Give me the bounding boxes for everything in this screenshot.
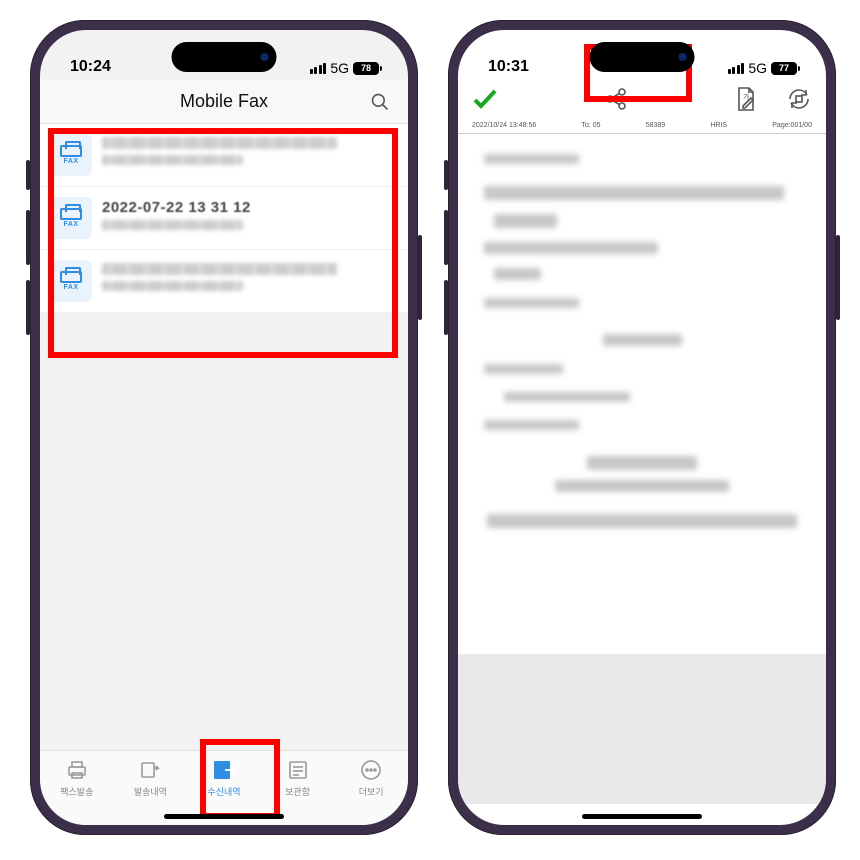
- tab-label: 수신내역: [187, 785, 261, 798]
- docmeta-sys: HRIS: [710, 122, 727, 129]
- signal-icon: [728, 63, 745, 74]
- check-icon: [472, 88, 498, 110]
- docmeta-date: 2022/10/24 13:48:56: [472, 122, 536, 129]
- rotate-icon: [786, 86, 812, 112]
- document-edit-icon: 가: [734, 86, 758, 112]
- tab-label: 발송내역: [114, 785, 188, 798]
- tab-received-history[interactable]: 수신내역: [187, 757, 261, 798]
- battery-level: 77: [771, 62, 797, 75]
- fax-row[interactable]: FAX: [40, 250, 408, 313]
- phone-frame-left: 10:24 5G 78 Mobile Fax FAX: [30, 20, 418, 835]
- side-button: [26, 210, 30, 265]
- tab-send-fax[interactable]: 팩스발송: [40, 757, 114, 798]
- status-time: 10:31: [488, 58, 529, 76]
- side-button: [444, 280, 448, 335]
- dynamic-island: [172, 42, 277, 72]
- edit-document-button[interactable]: 가: [734, 86, 758, 117]
- doc-text-blurred: [484, 420, 579, 430]
- doc-text-blurred: [484, 242, 658, 254]
- doc-text-blurred: [603, 334, 682, 346]
- tab-label: 더보기: [334, 785, 408, 798]
- outbox-icon: [138, 759, 162, 781]
- doc-text-blurred: [487, 514, 797, 528]
- confirm-button[interactable]: [472, 88, 498, 115]
- tab-more[interactable]: 더보기: [334, 757, 408, 798]
- battery-icon: 78: [353, 62, 382, 75]
- app-title-bar: Mobile Fax: [40, 80, 408, 124]
- tab-archive[interactable]: 보관함: [261, 757, 335, 798]
- fax-row-title: 2022-07-22 13 31 12: [102, 199, 396, 216]
- doc-text-blurred: [484, 154, 579, 164]
- app-title: Mobile Fax: [180, 91, 268, 112]
- fax-icon: FAX: [50, 197, 92, 239]
- fax-row[interactable]: FAX: [40, 124, 408, 187]
- doc-text-blurred: [494, 268, 541, 280]
- viewer-toolbar: 가: [458, 80, 826, 122]
- side-button: [418, 235, 422, 320]
- fax-list: FAX FAX 2022-07-22 13 31 12: [40, 124, 408, 313]
- tab-label: 보관함: [261, 785, 335, 798]
- doc-text-blurred: [484, 364, 563, 374]
- fax-row-sub-blurred: [102, 281, 243, 291]
- fax-row-title-blurred: [102, 137, 337, 149]
- battery-icon: 77: [771, 62, 800, 75]
- tab-sent-history[interactable]: 발송내역: [114, 757, 188, 798]
- document-preview[interactable]: [458, 134, 826, 654]
- battery-level: 78: [353, 62, 379, 75]
- network-label: 5G: [748, 60, 767, 76]
- printer-icon: [65, 759, 89, 781]
- document-meta-row: 2022/10/24 13:48:56 To: 05 58389 HRIS Pa…: [458, 122, 826, 134]
- doc-text-blurred: [587, 456, 698, 470]
- side-button: [836, 235, 840, 320]
- archive-icon: [287, 759, 309, 781]
- search-button[interactable]: [370, 92, 390, 112]
- fax-icon: FAX: [50, 260, 92, 302]
- fax-row-title-blurred: [102, 263, 337, 275]
- doc-text-blurred: [494, 214, 557, 228]
- fax-row[interactable]: FAX 2022-07-22 13 31 12: [40, 187, 408, 250]
- fax-row-sub-blurred: [102, 220, 243, 230]
- svg-text:가: 가: [743, 92, 750, 101]
- doc-text-blurred: [484, 186, 784, 200]
- phone-frame-right: 10:31 5G 77: [448, 20, 836, 835]
- doc-text-blurred: [555, 480, 729, 492]
- dynamic-island: [590, 42, 695, 72]
- fax-row-sub-blurred: [102, 155, 243, 165]
- home-indicator[interactable]: [582, 814, 702, 819]
- fax-icon: FAX: [50, 134, 92, 176]
- document-footer-area: [458, 654, 826, 804]
- network-label: 5G: [330, 60, 349, 76]
- side-button: [26, 160, 30, 190]
- screen-right: 10:31 5G 77: [458, 30, 826, 825]
- home-indicator[interactable]: [164, 814, 284, 819]
- doc-text-blurred: [484, 298, 579, 308]
- side-button: [444, 210, 448, 265]
- docmeta-page: Page:001/00: [772, 122, 812, 129]
- tab-label: 팩스발송: [40, 785, 114, 798]
- side-button: [26, 280, 30, 335]
- signal-icon: [310, 63, 327, 74]
- more-icon: [360, 759, 382, 781]
- docmeta-id: 58389: [646, 122, 665, 129]
- docmeta-to: To: 05: [581, 122, 600, 129]
- rotate-button[interactable]: [786, 86, 812, 117]
- doc-text-blurred: [504, 392, 630, 402]
- side-button: [444, 160, 448, 190]
- search-icon: [370, 92, 390, 112]
- screen-left: 10:24 5G 78 Mobile Fax FAX: [40, 30, 408, 825]
- share-button[interactable]: [604, 87, 628, 116]
- share-icon: [604, 87, 628, 111]
- status-time: 10:24: [70, 58, 111, 76]
- inbox-icon: [211, 758, 237, 782]
